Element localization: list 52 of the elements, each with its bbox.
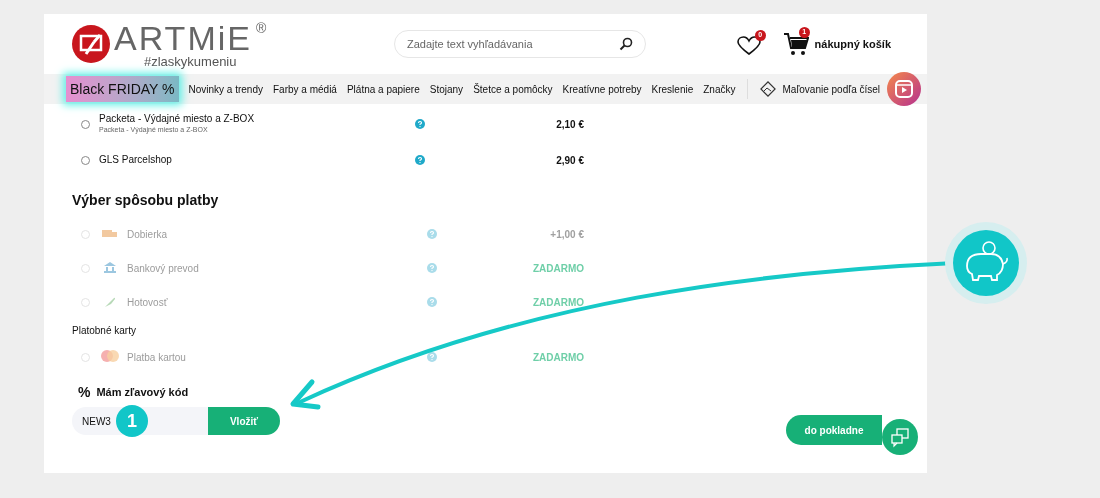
coupon-field[interactable]: NEW3 [72, 407, 116, 435]
section-heading: Výber spôsobu platby [72, 191, 220, 210]
help-icon[interactable] [415, 155, 425, 165]
video-reel-icon[interactable] [887, 72, 921, 106]
coupon-label: Mám zľavový kód [96, 385, 189, 401]
help-icon[interactable] [415, 119, 425, 129]
price-text: 2,10 € [556, 117, 584, 132]
picture-frame-icon [760, 81, 777, 97]
chat-icon[interactable] [882, 419, 918, 455]
price-text: ZADARMO [532, 261, 584, 276]
cart-icon [782, 32, 809, 57]
piggy-bank-icon [945, 222, 1027, 304]
help-icon[interactable] [427, 297, 437, 307]
logo-icon [72, 25, 110, 63]
payment-option-label: Dobierka [127, 227, 169, 242]
radio-button[interactable] [81, 155, 90, 165]
shipping-option-label: Packeta - Výdajné miesto a Z-BOX [99, 113, 256, 126]
payment-option-label: Platba kartou [127, 350, 187, 365]
truck-icon [102, 229, 118, 239]
search-input[interactable]: Zadajte text vyhľadávania [407, 35, 619, 53]
heart-icon [736, 36, 761, 56]
search-icon[interactable] [619, 37, 633, 51]
card-icon [100, 350, 120, 364]
promo-link[interactable]: Black FRIDAY % [66, 76, 179, 102]
group-label: Platobné karty [72, 324, 137, 338]
logo-text[interactable]: ARTMiE [114, 20, 252, 55]
nav-link[interactable]: Stojany [429, 81, 464, 97]
price-text: ZADARMO [532, 295, 584, 310]
nav-link[interactable]: Kreslenie [651, 81, 694, 97]
nav-link[interactable]: Štetce a pomôcky [473, 81, 553, 97]
registered-mark: ® [255, 20, 267, 35]
nav-link[interactable]: Novinky a trendy [188, 81, 263, 97]
nav-link[interactable]: Kreatívne potreby [562, 81, 642, 97]
bank-icon [103, 262, 117, 274]
price-text: 2,90 € [556, 153, 584, 168]
nav-link[interactable]: Značky [703, 81, 736, 97]
cart-link[interactable]: nákupný košík [814, 35, 891, 53]
step-badge: 1 [116, 405, 148, 437]
percent-icon: % [78, 382, 91, 403]
help-icon[interactable] [427, 352, 437, 362]
shipping-option-label: GLS Parcelshop [99, 153, 173, 167]
payment-option-label: Hotovosť [127, 295, 169, 310]
nav-link[interactable]: Maľovanie podľa čísel [782, 81, 881, 97]
help-icon[interactable] [427, 263, 437, 273]
price-text: ZADARMO [532, 350, 584, 365]
nav-link[interactable]: Farby a médiá [273, 81, 337, 97]
radio-button[interactable] [81, 119, 90, 129]
logo-tagline: #zlaskykumeniu [144, 54, 238, 68]
nav-link[interactable]: Plátna a papiere [346, 81, 420, 97]
help-icon[interactable] [427, 229, 437, 239]
payment-option-label: Bankový prevod [127, 261, 200, 276]
price-text: +1,00 € [550, 227, 584, 242]
